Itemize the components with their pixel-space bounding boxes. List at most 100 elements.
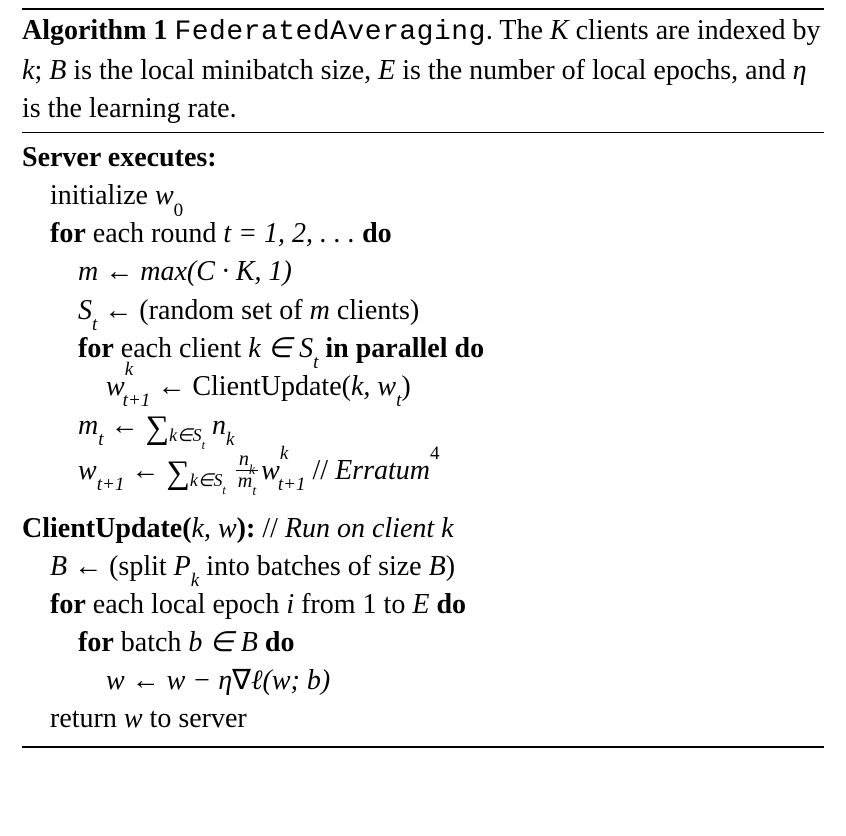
fn-args: k, w — [192, 513, 237, 544]
line-initialize: initialize w0 — [22, 177, 824, 215]
sub-t: t — [396, 390, 401, 411]
line-St-assign: St ← (random set of m clients) — [22, 292, 824, 330]
line-for-batch: for batch b ∈ B do — [22, 624, 824, 662]
kw-for: for — [78, 333, 114, 364]
kw-for: for — [78, 627, 114, 658]
spacer — [22, 496, 824, 510]
var-w: w — [78, 455, 97, 486]
line-split-batches: B ← (split Pk into batches of size B) — [22, 548, 824, 586]
text: to server — [143, 703, 247, 734]
line-client-update-call: wkt+1 ← ClientUpdate(k, wt) — [22, 368, 824, 406]
var-E: E — [412, 589, 436, 620]
text: initialize — [50, 180, 155, 211]
sub-t: t — [313, 352, 318, 373]
sub-t: t — [202, 438, 205, 452]
sub-k: k — [226, 429, 234, 450]
line-for-round: for each round t = 1, 2, . . . do — [22, 215, 824, 253]
algorithm-name: FederatedAveraging — [174, 17, 485, 48]
text: clients) — [330, 295, 419, 326]
kw-for: for — [50, 218, 86, 249]
line-w-aggregate: wt+1 ← ∑k∈St nk mt wkt+1 // Erratum4 — [22, 451, 824, 496]
comment-sep: // — [255, 513, 285, 544]
line-m-assign: m ← max(C · K, 1) — [22, 253, 824, 291]
var-n: n — [239, 448, 249, 470]
algorithm-block: Algorithm 1 FederatedAveraging. The K cl… — [22, 8, 824, 748]
server-heading: Server executes: — [22, 139, 824, 177]
text: from 1 to — [294, 589, 412, 620]
sup-k: k — [125, 359, 133, 380]
line-return: return w to server — [22, 700, 824, 738]
text: each client — [114, 333, 248, 364]
text: ← — [124, 455, 166, 486]
sub-t1: t+1 — [278, 474, 306, 495]
sub-t: t — [222, 483, 225, 497]
sub-t: t — [92, 314, 97, 335]
caption-eta: η — [793, 55, 807, 86]
text: ← (random set of — [97, 295, 309, 326]
cal-B: B — [50, 551, 67, 582]
sum-sub: k∈St — [169, 425, 205, 445]
caption-k: k — [22, 55, 34, 86]
text: each local epoch — [86, 589, 287, 620]
line-mt-sum: mt ← ∑k∈St nk — [22, 406, 824, 451]
math: m ← max( — [78, 256, 196, 287]
caption-B: B — [49, 55, 66, 86]
sum-sub: k∈St — [190, 470, 226, 490]
var-B: B — [429, 551, 446, 582]
sub-t1: t+1 — [97, 474, 125, 495]
caption-E: E — [378, 55, 395, 86]
erratum-text: Erratum — [335, 455, 430, 486]
algorithm-caption: Algorithm 1 FederatedAveraging. The K cl… — [22, 10, 824, 132]
line-for-client: for each client k ∈ St in parallel do — [22, 330, 824, 368]
fn-name: ClientUpdate( — [22, 513, 192, 544]
sub-t: t — [98, 429, 103, 450]
ell: ℓ — [251, 665, 263, 696]
text: k∈S — [169, 425, 202, 445]
sigma-icon: ∑ — [166, 451, 190, 496]
caption-text: is the learning rate. — [22, 93, 237, 124]
sigma-icon: ∑ — [146, 406, 170, 451]
line-for-epoch: for each local epoch i from 1 to E do — [22, 586, 824, 624]
caption-text: is the local minibatch size, — [66, 55, 378, 86]
kw-do: do — [362, 218, 392, 249]
client-heading: ClientUpdate(k, w): // Run on client k — [22, 510, 824, 548]
math: w ← w − η — [106, 665, 232, 696]
caption-text: . The — [486, 15, 550, 46]
math: k ∈ S — [248, 333, 313, 364]
kw-do: do — [436, 589, 466, 620]
caption-text: clients are indexed by — [569, 15, 821, 46]
math: k, w — [351, 371, 396, 402]
fn-close: ): — [237, 513, 256, 544]
caption-text: is the number of local epochs, and — [395, 55, 792, 86]
comment-text: Run on client k — [285, 513, 454, 544]
sub-k: k — [249, 462, 255, 477]
math: t = 1, 2, . . . — [223, 218, 362, 249]
sub-t: t — [252, 483, 256, 498]
text: into batches of size — [199, 551, 428, 582]
var-m: m — [310, 295, 330, 326]
var-w: w — [106, 371, 125, 402]
rule-bottom — [22, 746, 824, 748]
sub-0: 0 — [174, 200, 184, 221]
text: batch — [114, 627, 189, 658]
sub-t1: t+1 — [123, 390, 151, 411]
text: k∈S — [190, 470, 223, 490]
algorithm-body: Server executes: initialize w0 for each … — [22, 133, 824, 746]
algorithm-label: Algorithm 1 — [22, 15, 167, 46]
var-S: S — [78, 295, 92, 326]
var-w: w — [124, 703, 143, 734]
kw-inparallel-do: in parallel do — [318, 333, 484, 364]
line-grad-update: w ← w − η∇ℓ(w; b) — [22, 662, 824, 700]
text: ) — [446, 551, 455, 582]
var-m: m — [78, 410, 98, 441]
nabla-icon: ∇ — [232, 665, 251, 696]
sub-k: k — [191, 570, 199, 591]
text: ) — [401, 371, 410, 402]
var-n: n — [205, 410, 226, 441]
comment-sep: // — [306, 455, 336, 486]
text: ← — [104, 410, 146, 441]
math: b ∈ — [188, 627, 240, 658]
kw-for: for — [50, 589, 86, 620]
fraction: nk mt — [236, 449, 258, 491]
sup-k: k — [280, 443, 288, 464]
